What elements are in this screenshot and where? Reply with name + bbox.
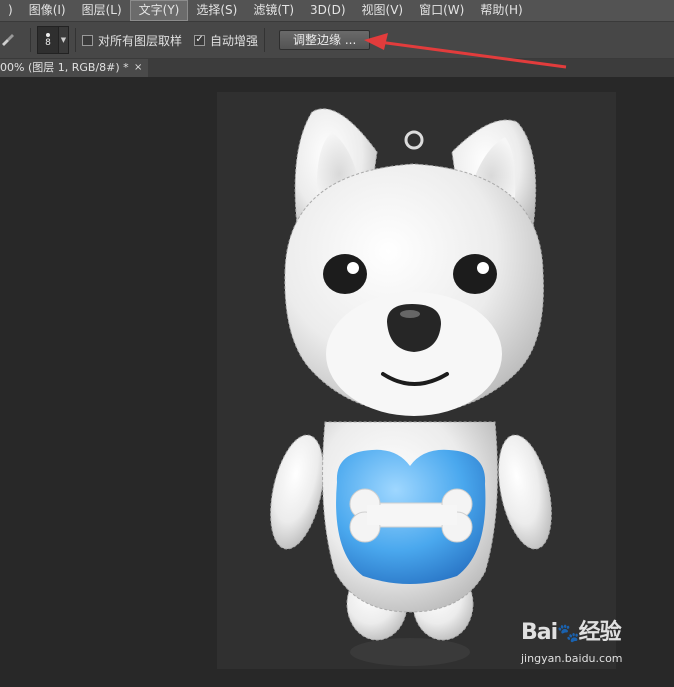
brush-dot-icon (46, 32, 50, 37)
right-arm (498, 434, 552, 550)
document-tab-bar: 00% (图层 1, RGB/8#) * × (0, 59, 674, 77)
refine-edge-button[interactable]: 调整边缘 ... (279, 30, 371, 50)
auto-enhance-checkbox[interactable]: ✓ (194, 34, 206, 46)
menu-select[interactable]: 选择(S) (188, 0, 245, 21)
nose-highlight (400, 310, 420, 318)
menu-layer[interactable]: 图层(L) (74, 0, 130, 21)
options-bar: 8 ▼ 对所有图层取样 ✓ 自动增强 调整边缘 ... (0, 22, 674, 59)
menu-type[interactable]: 文字(Y) (129, 0, 189, 21)
separator (75, 28, 76, 52)
sample-all-layers-label: 对所有图层取样 (98, 33, 183, 48)
separator (30, 28, 31, 52)
document-tab-title: 00% (图层 1, RGB/8#) * (0, 61, 129, 74)
document-canvas[interactable] (217, 92, 616, 669)
chevron-down-icon[interactable]: ▼ (59, 26, 69, 54)
menu-partial[interactable]: ) (0, 0, 21, 21)
right-eye-highlight (477, 262, 489, 274)
canvas-area (0, 77, 674, 687)
sample-all-layers-option[interactable]: 对所有图层取样 (82, 32, 182, 49)
separator (264, 28, 266, 52)
sample-all-layers-checkbox[interactable] (82, 34, 93, 46)
brush-tool-icon[interactable] (0, 32, 16, 48)
left-eye-highlight (347, 262, 359, 274)
dog-illustration (270, 108, 552, 666)
menu-3d[interactable]: 3D(D) (302, 0, 353, 21)
floor-reflection (350, 638, 470, 666)
keychain-ring (404, 130, 424, 150)
auto-enhance-label: 自动增强 (210, 33, 259, 48)
auto-enhance-option[interactable]: ✓ 自动增强 (194, 32, 258, 49)
menu-help[interactable]: 帮助(H) (472, 0, 530, 21)
left-arm (270, 434, 324, 550)
close-icon[interactable]: × (134, 59, 142, 77)
menu-filter[interactable]: 滤镜(T) (245, 0, 302, 21)
brush-size-picker[interactable]: 8 (37, 26, 59, 54)
menu-bar: ) 图像(I) 图层(L) 文字(Y) 选择(S) 滤镜(T) 3D(D) 视图… (0, 0, 674, 22)
brush-size-value: 8 (45, 37, 51, 48)
menu-image[interactable]: 图像(I) (21, 0, 74, 21)
menu-window[interactable]: 窗口(W) (411, 0, 472, 21)
menu-view[interactable]: 视图(V) (354, 0, 412, 21)
left-eye (323, 254, 367, 294)
right-eye (453, 254, 497, 294)
document-tab[interactable]: 00% (图层 1, RGB/8#) * × (0, 59, 148, 77)
